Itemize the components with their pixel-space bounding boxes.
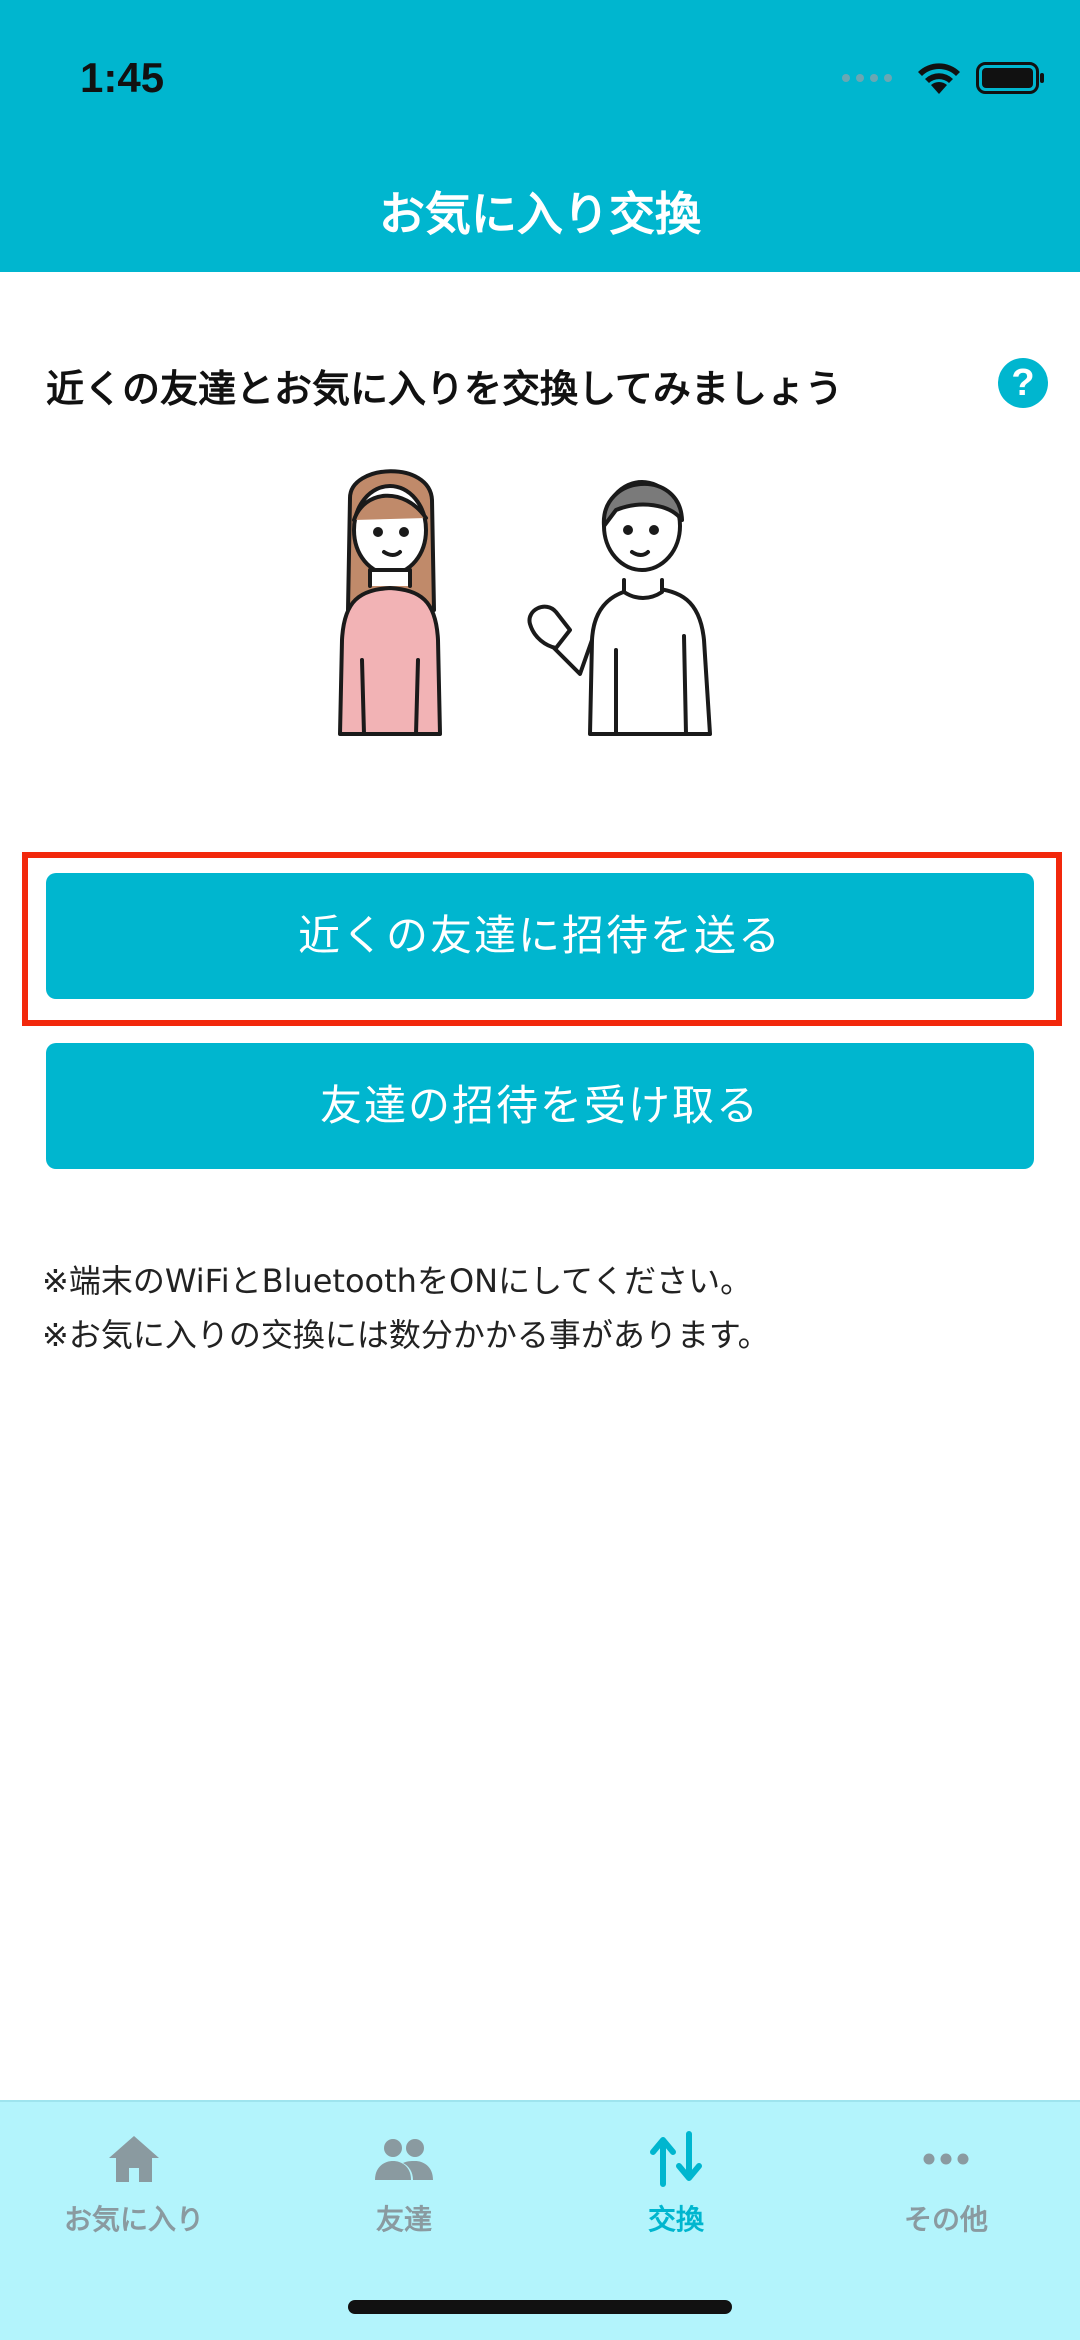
wifi-icon: [918, 63, 960, 94]
battery-icon: [976, 62, 1044, 94]
man-figure: [527, 480, 712, 736]
tab-more[interactable]: その他: [846, 2128, 1046, 2248]
tab-favorites[interactable]: お気に入り: [34, 2128, 234, 2248]
friends-illustration: [338, 469, 712, 736]
home-indicator[interactable]: [348, 2300, 732, 2314]
tab-label: その他: [903, 2203, 988, 2236]
status-time: 1:45: [80, 54, 165, 101]
page-title: お気に入り交換: [379, 187, 701, 241]
receive-invite-button[interactable]: 友達の招待を受け取る: [46, 1043, 1034, 1169]
intro-text: 近くの友達とお気に入りを交換してみましょう: [46, 367, 843, 411]
send-invite-button[interactable]: 近くの友達に招待を送る: [46, 873, 1034, 999]
tab-friends[interactable]: 友達: [304, 2128, 504, 2248]
tab-exchange[interactable]: 交換: [576, 2128, 776, 2248]
question-circle-icon[interactable]: ?: [998, 358, 1048, 408]
note-exchange-time: ※お気に入りの交換には数分かかる事があります。: [42, 1316, 770, 1354]
tab-label: 友達: [375, 2203, 432, 2236]
more-icon: [923, 2153, 969, 2165]
people-icon: [375, 2139, 433, 2180]
cellular-signal-icon: [842, 74, 892, 82]
woman-figure: [338, 469, 442, 736]
screen: 1:45 お気に入り交換 近くの友達とお気に入りを交換してみましょう ? 近くの…: [0, 0, 1080, 2340]
app-header: 1:45 お気に入り交換: [0, 0, 1080, 272]
notes: ※端末のWiFiとBluetoothをONにしてください。 ※お気に入りの交換に…: [42, 1254, 770, 1362]
tab-label: お気に入り: [63, 2203, 204, 2236]
note-wifi-bluetooth: ※端末のWiFiとBluetoothをONにしてください。: [42, 1262, 753, 1300]
tab-label: 交換: [647, 2203, 704, 2236]
home-icon: [109, 2136, 159, 2182]
swap-icon: [650, 2131, 702, 2187]
status-icons: [842, 58, 1046, 98]
